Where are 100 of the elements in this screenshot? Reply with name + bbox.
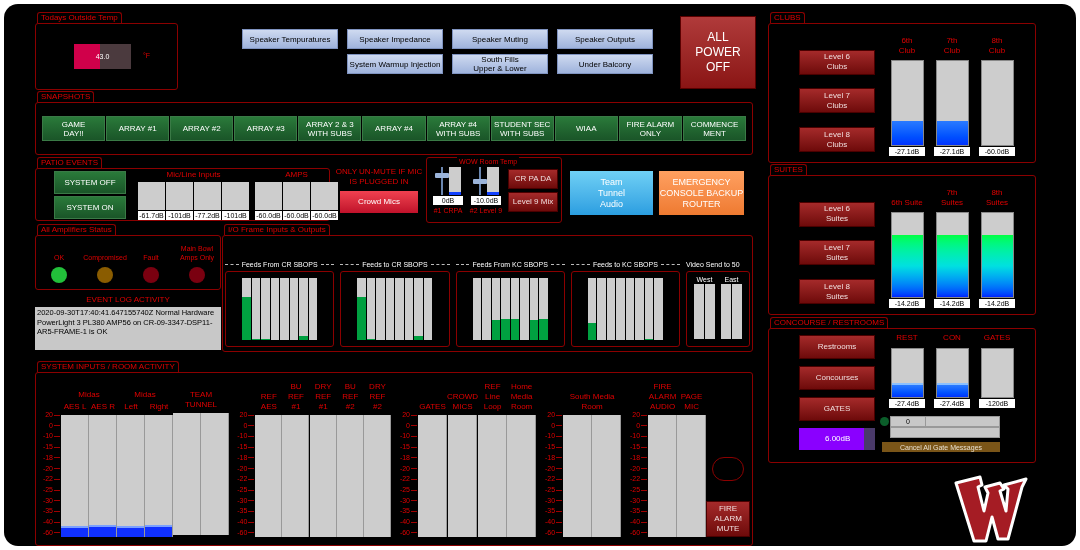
snapshot-button[interactable]: ARRAY 2 & 3 WITH SUBS [298, 116, 362, 141]
snapshot-button[interactable]: ARRAY #4 [362, 116, 426, 141]
speaker-button[interactable]: Speaker Outputs [557, 29, 653, 49]
meter [721, 284, 731, 339]
channel-label: PAGE MIC [680, 392, 703, 412]
gain-bar[interactable]: 6.00dB [799, 428, 875, 450]
meter-label: 8th Suites [985, 187, 1009, 208]
panel-title: PATIO EVENTS [37, 157, 103, 168]
zone-button[interactable]: GATES [799, 397, 875, 421]
fader-thumb[interactable] [473, 179, 487, 184]
panel-title: CLUBS [770, 12, 805, 23]
panel-title: Todays Outside Temp [37, 12, 122, 23]
message-field[interactable] [890, 427, 1000, 438]
fader-thumb[interactable] [435, 173, 449, 179]
meter [222, 182, 249, 210]
channel-label: BU REF #2 [341, 382, 360, 412]
channel-label: DRY REF #2 [368, 382, 387, 412]
snapshot-button[interactable]: ARRAY #2 [170, 116, 234, 141]
meter-group-title: AMPS [285, 170, 308, 180]
crowd-mics-button[interactable]: Crowd Mics [340, 191, 418, 213]
meter [980, 348, 1014, 398]
meter [311, 182, 338, 210]
section-heading: Midas [78, 390, 100, 400]
panel-title: CONCOURSE / RESTROOMS [770, 317, 889, 328]
channel-label: GATES [419, 402, 446, 412]
meter [732, 284, 742, 339]
channel-label: South Media Room [569, 392, 615, 412]
zone-button[interactable]: Concourses [799, 366, 875, 390]
system-button[interactable]: SYSTEM ON [54, 196, 126, 219]
channel-label: CROWD MICS [447, 392, 479, 412]
channel-label: AES L [63, 402, 87, 412]
meter [166, 182, 193, 210]
speaker-button[interactable]: Speaker Tempuratures [242, 29, 338, 49]
snapshot-button[interactable]: ARRAY #3 [234, 116, 298, 141]
meter-label: 6th Club [898, 35, 916, 56]
meter [395, 278, 404, 340]
panel-title: All Amplifiers Status [37, 224, 116, 235]
channel-label: BU REF #1 [287, 382, 305, 412]
channel-label: AES R [91, 402, 115, 412]
channel-label: Right [149, 402, 169, 412]
meter [194, 182, 221, 210]
meter [255, 182, 282, 210]
panel-title: SYSTEM INPUTS / ROOM ACTIVITY [37, 361, 179, 372]
zone-button[interactable]: Level 7 Clubs [799, 88, 875, 114]
meter-label: REST [896, 333, 918, 343]
snapshot-button[interactable]: STUDENT SEC WITH SUBS [490, 116, 554, 141]
meter-label: 7th Club [943, 35, 961, 56]
wow-button[interactable]: CR PA DA [508, 169, 558, 189]
meter [616, 278, 625, 340]
meter-label: 7th Suites [940, 187, 964, 208]
zone-button[interactable]: Level 8 Clubs [799, 127, 875, 153]
warning-text: ONLY UN-MUTE IF MIC IS PLUGGED IN [334, 167, 424, 187]
channel-label: FIRE ALARM AUDIO [648, 382, 677, 412]
fader[interactable] [473, 167, 487, 195]
snapshot-button[interactable]: ARRAY #1 [106, 116, 170, 141]
system-button[interactable]: SYSTEM OFF [54, 171, 126, 194]
meter-label: CON [943, 333, 961, 343]
meter-label: 8th Club [988, 35, 1006, 56]
meter-group-title: Mic/Line Inputs [166, 170, 221, 180]
channel-label: REF AES [260, 392, 277, 412]
speaker-button[interactable]: Speaker Muting [452, 29, 548, 49]
channel-label: REF Line Loop [483, 382, 502, 412]
meter [138, 182, 165, 210]
channel-label: DRY REF #1 [313, 382, 333, 412]
panel-title: I/O Frame Inputs & Outputs [224, 224, 330, 235]
snapshot-button[interactable]: COMMENCE MENT [682, 116, 747, 141]
snapshot-button[interactable]: FIRE ALARM ONLY [618, 116, 682, 141]
fader[interactable] [435, 167, 449, 195]
speaker-button[interactable]: South Fills Upper & Lower [452, 54, 548, 74]
meter [625, 278, 635, 340]
meter [606, 278, 616, 340]
panel-title: SUITES [770, 164, 807, 175]
zone-button[interactable]: Level 6 Clubs [799, 49, 875, 75]
fire-alarm-mute-button[interactable]: FIRE ALARM MUTE [706, 501, 751, 537]
meter [472, 278, 482, 340]
section-heading: Midas [134, 390, 156, 400]
zone-button[interactable]: Level 6 Suites [799, 201, 875, 227]
snapshot-button[interactable]: GAME DAY!! [42, 116, 106, 141]
power-off-button[interactable]: ALL POWER OFF [680, 16, 756, 89]
zone-button[interactable]: Level 7 Suites [799, 240, 875, 266]
channel-label: TEAM TUNNEL [185, 390, 217, 410]
speaker-button[interactable]: Speaker Impedance [347, 29, 443, 49]
meter [694, 284, 704, 339]
channel-label: Home Media Room [510, 382, 533, 412]
speaker-button[interactable]: System Warmup Injection [347, 54, 443, 74]
meter [280, 278, 289, 340]
meter [385, 278, 395, 340]
panel-title: SNAPSHOTS [37, 91, 95, 102]
channel-label: Left [124, 402, 138, 412]
zone-button[interactable]: Restrooms [799, 335, 875, 359]
meter-label: GATES [983, 333, 1011, 343]
speaker-button[interactable]: Under Balcony [557, 54, 653, 74]
meter [283, 182, 310, 210]
event-log-title: EVENT LOG ACTIVITY [85, 295, 171, 305]
zone-button[interactable]: Level 8 Suites [799, 279, 875, 305]
snapshot-button[interactable]: ARRAY #4 WITH SUBS [426, 116, 490, 141]
snapshot-button[interactable]: WIAA [554, 116, 618, 141]
meter [705, 284, 715, 339]
wow-button[interactable]: Level 9 Mix [508, 192, 558, 212]
meter-label: 6th Suite [891, 197, 923, 208]
